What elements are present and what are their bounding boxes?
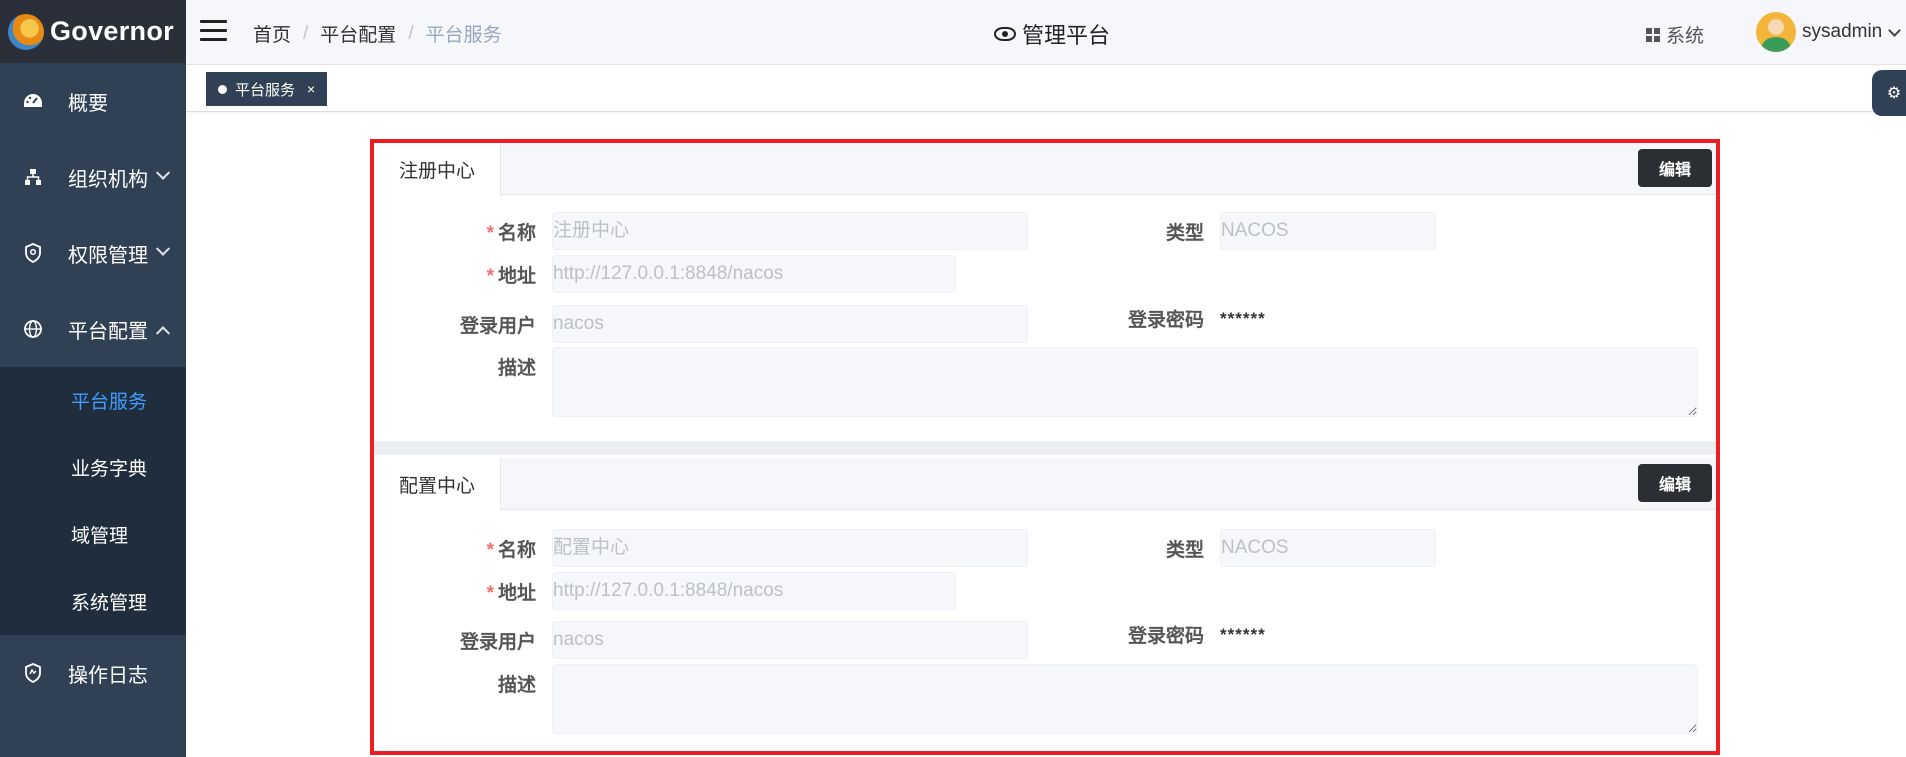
org-tree-icon: [22, 166, 44, 188]
breadcrumb-platform-config[interactable]: 平台配置: [320, 20, 396, 47]
logo-icon: [8, 13, 44, 50]
username: sysadmin: [1802, 21, 1883, 42]
settings-drawer-toggle[interactable]: ⚙: [1872, 70, 1906, 116]
sidebar-item-label: 组织机构: [68, 168, 148, 191]
system-menu-label: 系统: [1666, 26, 1705, 47]
sidebar-item-label: 平台配置: [68, 320, 148, 343]
platform-config-submenu: 平台服务 业务字典 域管理 系统管理: [0, 367, 186, 635]
sidebar-subitem-platform-service[interactable]: 平台服务: [0, 367, 186, 434]
breadcrumb-separator: /: [408, 22, 414, 44]
sidebar-item-permissions[interactable]: 权限管理: [0, 215, 186, 291]
sidebar-item-platform-config[interactable]: 平台配置: [0, 291, 186, 367]
dashboard-icon: [22, 90, 44, 112]
hamburger-menu-icon[interactable]: [200, 20, 227, 42]
chevron-down-icon: [155, 241, 171, 256]
sidebar-item-operation-log[interactable]: 操作日志: [0, 635, 186, 711]
sidebar-subitem-domain[interactable]: 域管理: [0, 501, 186, 568]
tags-view-bar: 平台服务 ×: [186, 65, 1906, 112]
sidebar-item-org[interactable]: 组织机构: [0, 139, 186, 215]
logo-text: Governor: [50, 16, 174, 46]
top-header: 首页 / 平台配置 / 平台服务 管理平台 系统 sysadmin: [186, 0, 1906, 65]
grid-icon: [1646, 27, 1660, 42]
breadcrumb-home[interactable]: 首页: [253, 20, 291, 47]
shield-icon: [22, 242, 44, 264]
sidebar-item-overview[interactable]: 概要: [0, 63, 186, 139]
eye-icon: [994, 27, 1016, 41]
logo[interactable]: Governor: [0, 0, 186, 63]
sidebar-item-label: 权限管理: [68, 244, 148, 267]
sidebar: Governor 概要 组织机构 权限管理 平台配置 平台服务 业务字典 域管理…: [0, 0, 186, 757]
system-menu[interactable]: 系统: [1646, 21, 1704, 48]
highlight-annotation-box: [370, 139, 1720, 755]
tag-label: 平台服务: [235, 81, 296, 99]
chevron-down-icon: [155, 165, 171, 180]
globe-icon: [22, 318, 44, 340]
avatar: [1756, 12, 1796, 52]
gear-icon: ⚙: [1886, 85, 1902, 102]
user-menu[interactable]: sysadmin: [1756, 12, 1902, 52]
chevron-up-icon: [155, 326, 171, 341]
sidebar-subitem-system[interactable]: 系统管理: [0, 568, 186, 635]
sidebar-item-label: 操作日志: [68, 664, 148, 687]
page-title: 管理平台: [994, 18, 1110, 50]
page-title-text: 管理平台: [1022, 23, 1111, 48]
breadcrumb-current: 平台服务: [425, 25, 502, 46]
breadcrumb-separator: /: [303, 22, 309, 44]
chevron-down-icon: [1888, 23, 1902, 37]
sidebar-subitem-dictionary[interactable]: 业务字典: [0, 434, 186, 501]
sidebar-item-label: 概要: [68, 92, 108, 115]
log-shield-icon: [22, 662, 44, 684]
close-icon[interactable]: ×: [307, 81, 315, 97]
active-dot-icon: [218, 84, 227, 94]
tag-platform-service[interactable]: 平台服务 ×: [206, 72, 328, 106]
breadcrumb: 首页 / 平台配置 / 平台服务: [253, 20, 502, 47]
